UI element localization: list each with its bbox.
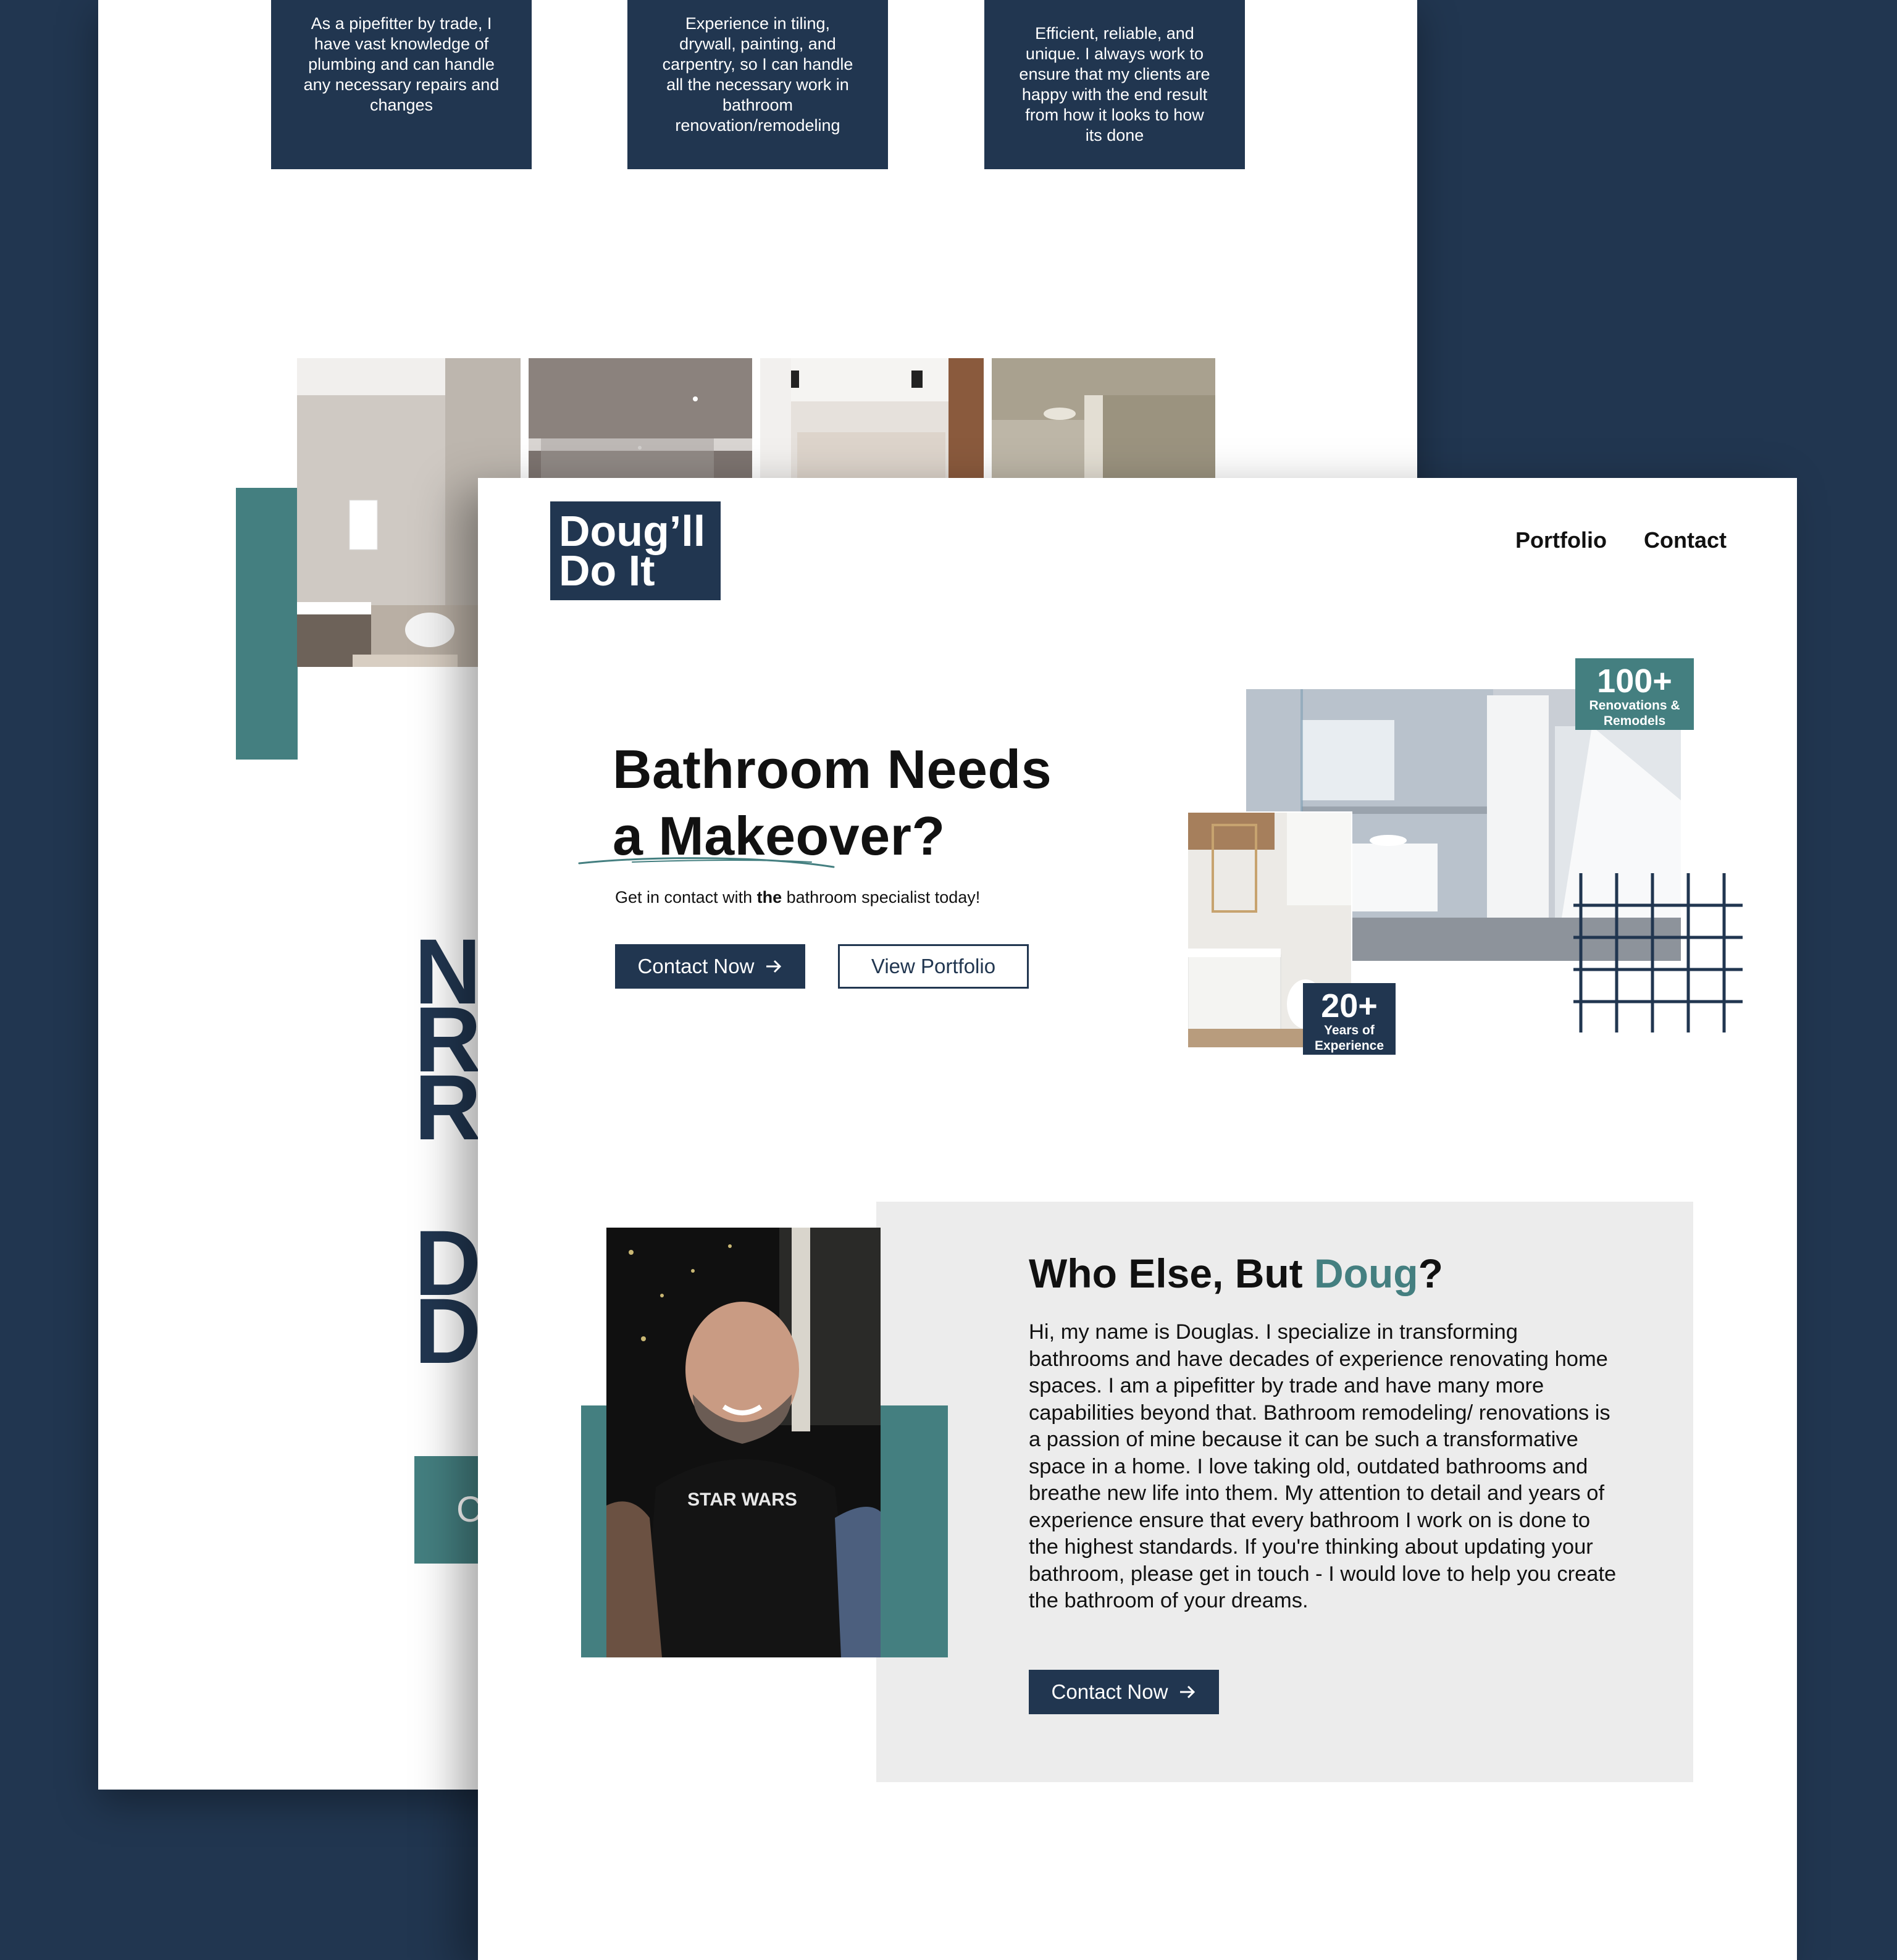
logo-line-2: Do It — [559, 547, 655, 595]
feature-card-text: Efficient, reliable, and unique. I alway… — [1019, 24, 1210, 144]
doug-portrait-photo: STAR WARS — [606, 1228, 881, 1657]
hero-subtitle-text: Get in contact with — [615, 888, 757, 907]
logo-line-1: Doug’ll — [559, 507, 706, 555]
about-title: Who Else, But Doug? — [1029, 1250, 1443, 1297]
hero-underline-swoosh — [578, 857, 835, 868]
arrow-right-icon — [766, 960, 782, 973]
about-body-text: Hi, my name is Douglas. I specialize in … — [1029, 1320, 1617, 1612]
feature-card-plumbing: As a pipefitter by trade, I have vast kn… — [271, 0, 532, 169]
front-page-mockup: Doug’ll Do It Portfolio Contact Bathroom… — [478, 478, 1797, 1960]
gallery-accent-bar — [236, 488, 298, 760]
arrow-right-icon — [1180, 1685, 1196, 1699]
feature-card-renovation: Experience in tiling, drywall, painting,… — [627, 0, 888, 169]
nav-portfolio-link[interactable]: Portfolio — [1515, 527, 1607, 553]
heading-letter: R — [414, 1055, 483, 1159]
hidden-button-fragment[interactable]: C — [414, 1456, 488, 1564]
hero-subtitle: Get in contact with the bathroom special… — [615, 888, 980, 907]
badge-label: Years of — [1324, 1023, 1375, 1037]
about-title-text: Who Else, But — [1029, 1250, 1314, 1296]
nav-contact-link[interactable]: Contact — [1644, 527, 1727, 553]
hero-title-line-1: Bathroom Needs — [613, 739, 1052, 800]
hero-subtitle-text: bathroom specialist today! — [782, 888, 981, 907]
feature-card-text: Experience in tiling, drywall, painting,… — [662, 14, 853, 135]
hidden-heading-fragment: N R R — [414, 925, 483, 1159]
about-contact-now-button[interactable]: Contact Now — [1029, 1670, 1219, 1714]
feature-card-text: As a pipefitter by trade, I have vast kn… — [303, 14, 500, 114]
hidden-subheading-fragment: D D — [414, 1217, 483, 1383]
renovations-count-badge: 100+ Renovations & Remodels — [1575, 658, 1694, 730]
badge-label: Experience — [1314, 1039, 1384, 1053]
badge-number: 100+ — [1597, 663, 1672, 700]
badge-label: Renovations & — [1589, 698, 1680, 713]
hero-view-portfolio-button[interactable]: View Portfolio — [838, 944, 1029, 989]
heading-letter: D — [414, 1279, 483, 1383]
button-label: Contact Now — [637, 955, 755, 978]
experience-years-badge: 20+ Years of Experience — [1303, 983, 1396, 1055]
logo[interactable]: Doug’ll Do It — [550, 501, 721, 600]
feature-card-reliability: Efficient, reliable, and unique. I alway… — [984, 0, 1245, 169]
shirt-logo-text: STAR WARS — [687, 1489, 797, 1510]
button-label: View Portfolio — [871, 955, 996, 978]
about-title-text: ? — [1418, 1250, 1443, 1296]
hero-subtitle-bold: the — [756, 888, 782, 907]
hero-contact-now-button[interactable]: Contact Now — [615, 944, 805, 989]
button-label: Contact Now — [1051, 1680, 1168, 1703]
grid-decoration-icon — [1573, 873, 1743, 1032]
badge-number: 20+ — [1321, 987, 1378, 1024]
about-title-accent: Doug — [1314, 1250, 1418, 1296]
hero-title: Bathroom Needs a Makeover? — [613, 736, 1052, 869]
badge-label: Remodels — [1603, 714, 1666, 728]
